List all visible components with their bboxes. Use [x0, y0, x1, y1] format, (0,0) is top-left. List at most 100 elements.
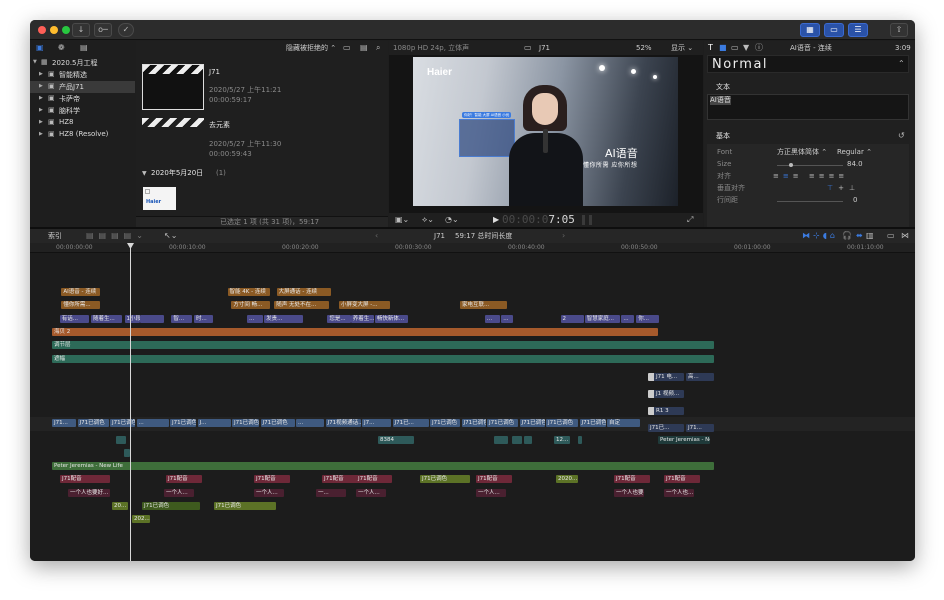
audio-clip[interactable]: J71已调色 [142, 502, 200, 510]
letterbox-clip[interactable]: 遮幅 [52, 355, 714, 363]
title-clip[interactable]: 懂你所需... [61, 301, 101, 309]
share-icon[interactable]: ⇧ [890, 23, 908, 37]
audio-clip[interactable]: J71已调色 [214, 502, 276, 510]
font-dropdown[interactable]: 方正黑体简体 ⌃ [777, 148, 827, 157]
audio-clip[interactable]: 20... [112, 502, 128, 510]
voiceover-clip[interactable]: J71配音 [664, 475, 700, 483]
line-spacing-value[interactable]: 0 [853, 196, 857, 205]
primary-clip[interactable]: J71已调色 [519, 419, 545, 427]
size-value[interactable]: 84.0 [847, 160, 863, 169]
title-clip[interactable]: 随声 无处不在... [274, 301, 329, 309]
disclosure-open-icon[interactable]: ▼ [33, 59, 37, 65]
title-clip[interactable]: 方寸间 畅... [231, 301, 271, 309]
title-clip[interactable]: 智能 4K - 连续 [227, 288, 271, 296]
voiceover-clip[interactable]: J71配音 [166, 475, 202, 483]
primary-clip[interactable]: J71已调色 [461, 419, 486, 427]
play-icon[interactable]: ▶ [493, 215, 499, 225]
connected-clip[interactable]: 8384 [378, 436, 414, 444]
audio-sub-clip[interactable]: 一个人也要... [614, 489, 644, 497]
primary-clip[interactable]: J71已调色 [579, 419, 606, 427]
audio-sub-clip[interactable]: 一个人... [356, 489, 386, 497]
valign-buttons[interactable]: ⊤+⊥ [827, 183, 860, 193]
primary-clip[interactable]: J71已... [392, 419, 429, 427]
stacked-clip[interactable]: J71已... [648, 424, 684, 432]
size-slider-knob[interactable] [789, 163, 793, 167]
background-tasks-icon[interactable]: ✓ [118, 23, 134, 37]
primary-clip[interactable]: ... [296, 419, 324, 427]
disclosure-closed-icon[interactable]: ▶ [39, 119, 43, 125]
audio-clip[interactable]: J71已调色 [420, 475, 470, 483]
skimming-icons[interactable]: ⧓⊹◖⌂ [802, 231, 838, 241]
connected-clip[interactable] [116, 436, 126, 444]
import-icon[interactable]: ↓ [72, 23, 90, 37]
clip-thumbnail-3[interactable]: Haier [143, 187, 176, 210]
effects-browser-icon[interactable]: ▭ [887, 231, 895, 241]
sidebar-item[interactable]: ▶ ▣ 产品J71 [30, 81, 135, 93]
inspector-toggle-icon[interactable]: ☰ [848, 23, 868, 37]
photos-icon[interactable]: ❁ [58, 43, 65, 53]
clip-thumbnail-j71[interactable] [142, 64, 204, 110]
filmstrip-icon[interactable]: ▤ [360, 43, 368, 53]
generator-clip[interactable] [140, 315, 164, 323]
zoom-dropdown[interactable]: 52% [636, 44, 652, 53]
connected-clip[interactable] [578, 436, 582, 444]
disclosure-triangle-icon[interactable]: ▼ [142, 169, 147, 179]
sidebar-item[interactable]: ▶ ▣ 卡萨帝 [30, 93, 135, 105]
voiceover-clip[interactable]: J71配音 [60, 475, 110, 483]
primary-clip[interactable]: 自定 [607, 419, 640, 427]
generator-clip[interactable]: 2 [560, 315, 584, 323]
forward-arrow-icon[interactable]: › [562, 231, 565, 241]
audio-sub-clip[interactable]: 一个人也... [664, 489, 694, 497]
keyword-icon[interactable]: o─ [94, 23, 112, 37]
filter-inspector-icon[interactable]: ▼ [743, 43, 749, 53]
generator-clip[interactable]: 你... [636, 315, 659, 323]
generator-clip[interactable]: 智慧家庭... [584, 315, 620, 323]
generator-clip[interactable]: 有话... [59, 315, 89, 323]
music-clip[interactable]: Peter Jeremias - New Life [52, 462, 714, 470]
primary-clip[interactable]: J71已调色 [110, 419, 135, 427]
primary-clip[interactable]: J71视频通话... [325, 419, 361, 427]
stacked-clip[interactable]: R1 3 [648, 407, 684, 415]
voiceover-clip[interactable]: J71配音 [476, 475, 512, 483]
titles-icon[interactable]: ▤ [80, 43, 88, 53]
primary-clip[interactable]: J71已调色 [487, 419, 518, 427]
sidebar-item[interactable]: ▶ ▣ HZ8 [30, 117, 135, 129]
generator-clip[interactable]: 养着生... [350, 315, 375, 323]
clip-thumbnail-2[interactable] [142, 118, 204, 127]
connected-clip[interactable]: 12... [554, 436, 570, 444]
generator-clip[interactable]: ... [621, 315, 634, 323]
primary-clip[interactable]: J... [197, 419, 231, 427]
connected-clip[interactable] [524, 436, 532, 444]
sidebar-item[interactable]: ▼ ▦ 2020.5月工程 [30, 57, 135, 69]
timecode-display[interactable]: 00:00:07:05 [502, 212, 575, 227]
voiceover-clip[interactable]: J71配音 [614, 475, 650, 483]
sidebar-item[interactable]: ▶ ▣ HZ8 (Resolve) [30, 129, 135, 141]
audio-sub-clip[interactable]: 一个人... [476, 489, 506, 497]
generator-clip[interactable]: 智... [171, 315, 192, 323]
timeline-toggle-icon[interactable]: ▭ [824, 23, 844, 37]
disclosure-closed-icon[interactable]: ▶ [39, 83, 43, 89]
generator-clip[interactable]: ... [484, 315, 501, 323]
title-clip[interactable]: 家电互联... [459, 301, 507, 309]
filter-dropdown[interactable]: 隐藏被拒绝的 ⌃ [286, 44, 336, 53]
video-inspector-icon[interactable]: ▭ [731, 43, 739, 53]
edit-buttons[interactable]: ▤▤▤▤⌄ [86, 231, 148, 241]
select-tool-icon[interactable]: ↖⌄ [164, 231, 177, 241]
primary-clip[interactable]: J71已调色 [170, 419, 196, 427]
connected-clip[interactable]: Peter Jeremias - New Life [658, 436, 710, 444]
generator-clip[interactable]: 1小段 [124, 315, 141, 323]
playhead[interactable] [130, 243, 131, 561]
audio-sub-clip[interactable]: 一个人也要好... [68, 489, 110, 497]
primary-clip[interactable]: J71已调色 [77, 419, 109, 427]
generator-clip[interactable]: 您是... [327, 315, 351, 323]
disclosure-closed-icon[interactable]: ▶ [39, 95, 43, 101]
voiceover-clip[interactable]: J71配音 [356, 475, 392, 483]
audio-icons[interactable]: 🎧⬌ [842, 231, 867, 241]
primary-clip[interactable]: J71已调色 [260, 419, 295, 427]
back-arrow-icon[interactable]: ‹ [375, 231, 378, 241]
disclosure-closed-icon[interactable]: ▶ [39, 131, 43, 137]
voiceover-clip[interactable]: J71配音 [254, 475, 290, 483]
stacked-clip[interactable]: J71 电... [648, 373, 684, 381]
display-dropdown[interactable]: 显示 ⌄ [671, 44, 693, 53]
library-toggle-icon[interactable]: ▦ [800, 23, 820, 37]
